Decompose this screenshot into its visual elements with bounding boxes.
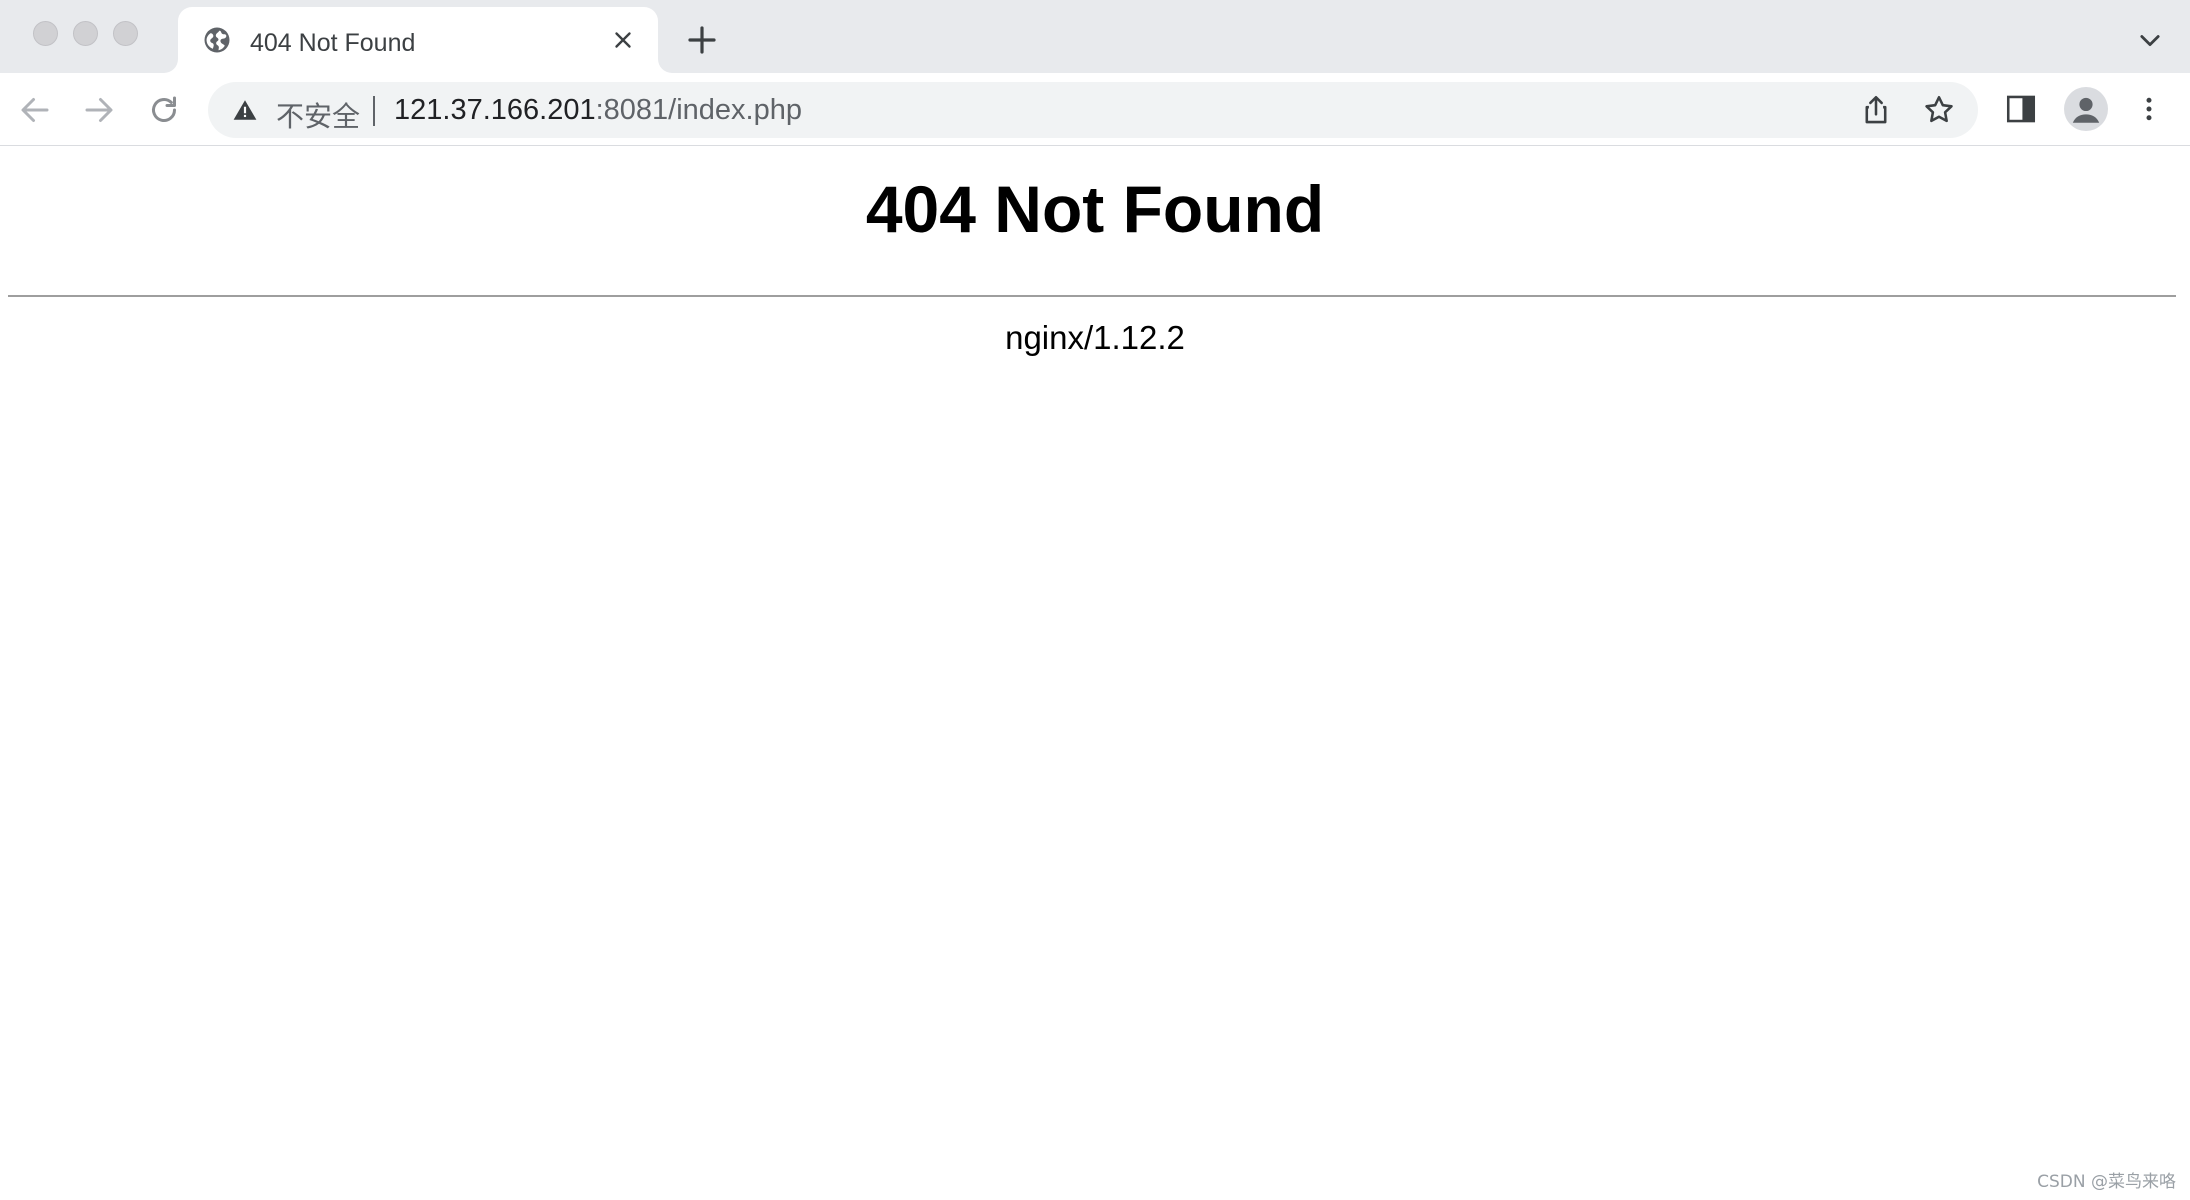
active-tab[interactable]: 404 Not Found [178, 7, 658, 73]
address-bar[interactable]: 不安全 121.37.166.201:8081/index.php [208, 82, 1978, 138]
security-label[interactable]: 不安全 [276, 95, 360, 135]
page-title: 404 Not Found [865, 172, 1325, 246]
star-icon[interactable] [1922, 93, 1956, 127]
window-minimize-button[interactable] [73, 21, 98, 46]
warning-icon[interactable] [232, 97, 258, 123]
url-path: :8081/index.php [595, 94, 802, 126]
window-zoom-button[interactable] [113, 21, 138, 46]
window-close-button[interactable] [33, 21, 58, 46]
chevron-down-icon[interactable] [2136, 26, 2164, 54]
tab-strip: 404 Not Found [0, 0, 2190, 73]
side-panel-icon[interactable] [2004, 91, 2038, 127]
security-divider [373, 96, 375, 126]
browser-toolbar: 不安全 121.37.166.201:8081/index.php [0, 73, 2190, 146]
more-vert-icon[interactable] [2134, 91, 2164, 127]
profile-button[interactable] [2064, 87, 2108, 131]
reload-button[interactable] [146, 92, 182, 128]
globe-icon [204, 27, 230, 53]
divider [8, 295, 2176, 297]
url-text[interactable]: 121.37.166.201:8081/index.php [394, 94, 802, 127]
tab-title: 404 Not Found [250, 29, 416, 57]
back-button[interactable] [17, 92, 53, 128]
page-content: 404 Not Found nginx/1.12.2 CSDN @菜鸟来咯 [0, 147, 2190, 1200]
watermark: CSDN @菜鸟来咯 [2037, 1172, 2176, 1192]
avatar-icon [2072, 97, 2100, 123]
forward-button[interactable] [81, 92, 117, 128]
server-version: nginx/1.12.2 [1005, 319, 1185, 356]
new-tab-button[interactable] [686, 24, 718, 56]
url-host: 121.37.166.201 [394, 94, 596, 126]
close-icon[interactable] [610, 27, 636, 53]
share-icon[interactable] [1859, 93, 1893, 127]
